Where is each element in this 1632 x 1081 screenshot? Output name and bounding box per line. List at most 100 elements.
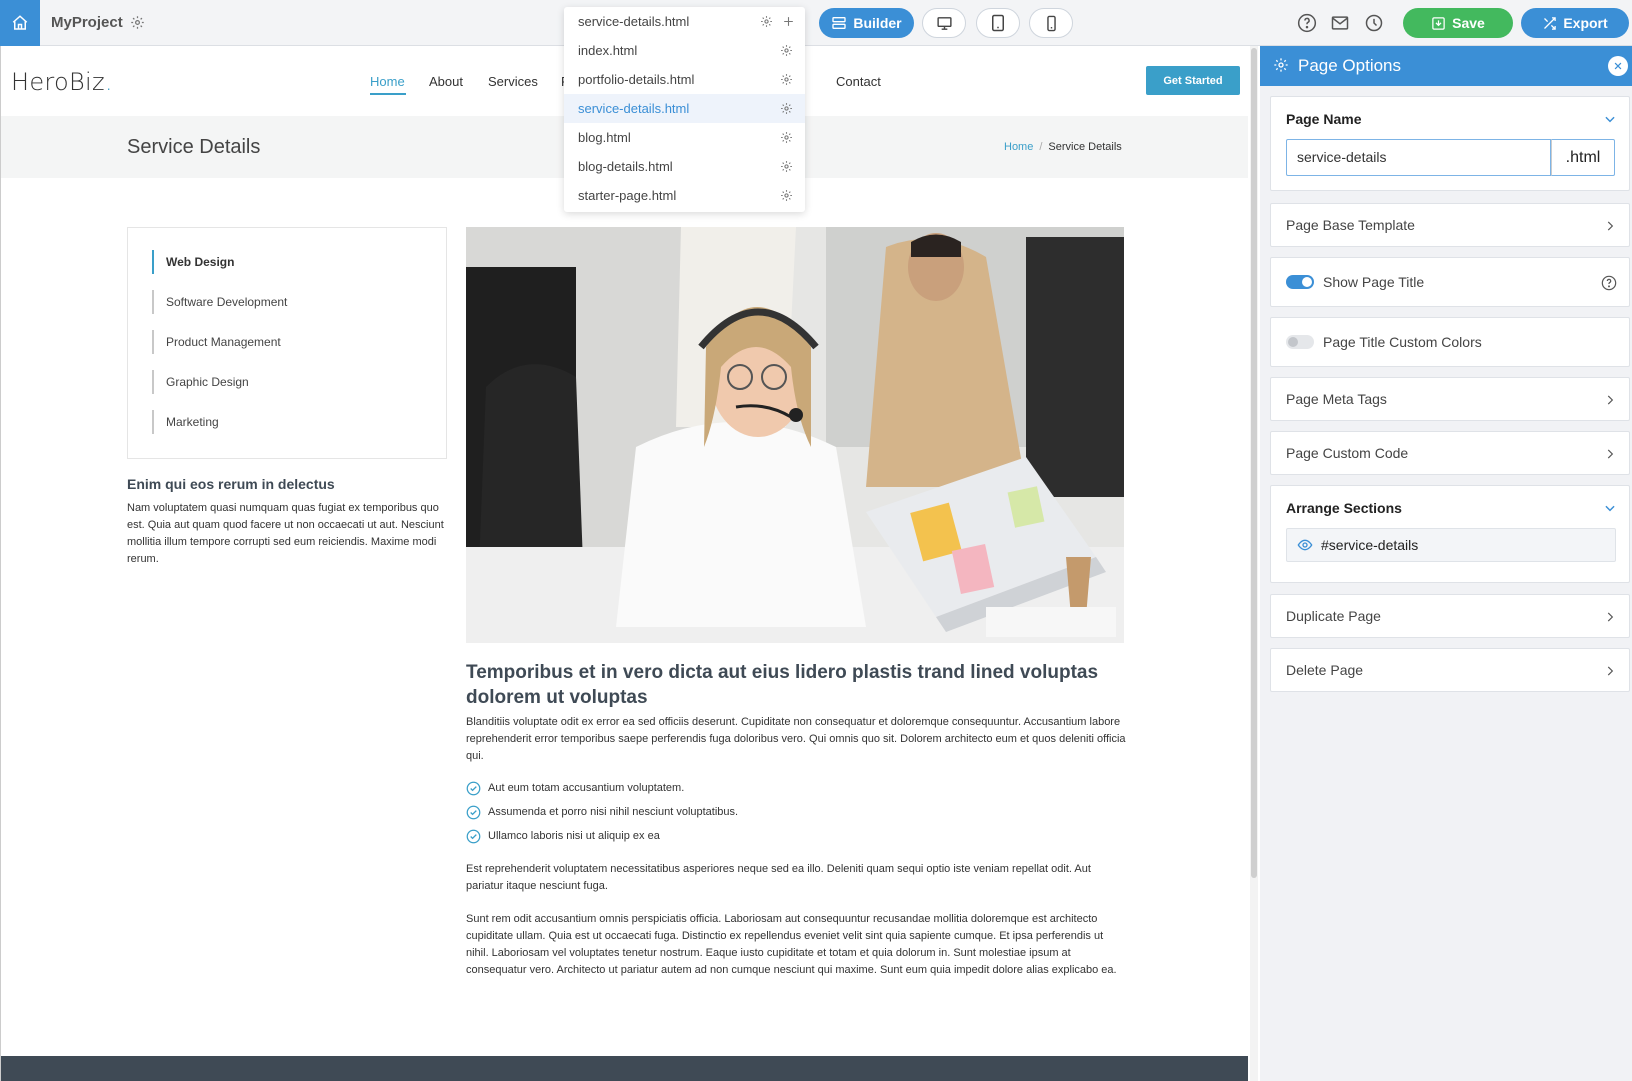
section-item-label: #service-details xyxy=(1321,537,1419,553)
nav-services[interactable]: Services xyxy=(488,74,538,89)
export-button[interactable]: Export xyxy=(1521,8,1629,38)
page-settings-icon[interactable] xyxy=(780,44,793,57)
canvas-scrollbar-thumb[interactable] xyxy=(1251,48,1257,878)
title-colors-toggle[interactable] xyxy=(1286,335,1314,349)
check-item: Assumenda et porro nisi nihil nesciunt v… xyxy=(466,803,738,821)
help-icon[interactable] xyxy=(1297,13,1319,35)
service-item[interactable]: Marketing xyxy=(152,410,219,434)
show-title-toggle[interactable] xyxy=(1286,275,1314,289)
top-toolbar: MyProject Builder Save Export xyxy=(0,0,1632,46)
page-name-card: Page Name service-details .html xyxy=(1270,96,1630,191)
chevron-right-icon xyxy=(1603,219,1617,233)
chevron-down-icon[interactable] xyxy=(1603,112,1617,126)
service-item[interactable]: Graphic Design xyxy=(152,370,249,394)
chevron-right-icon xyxy=(1603,610,1617,624)
chevron-down-icon[interactable] xyxy=(1603,501,1617,515)
close-icon xyxy=(1614,62,1622,70)
eye-icon[interactable] xyxy=(1297,537,1313,553)
page-settings-icon[interactable] xyxy=(780,131,793,144)
base-template-label: Page Base Template xyxy=(1286,217,1415,233)
breadcrumb-home[interactable]: Home xyxy=(1004,141,1033,153)
breadcrumb: Home / Service Details xyxy=(1004,141,1122,153)
show-title-card: Show Page Title xyxy=(1270,257,1630,307)
duplicate-page-label: Duplicate Page xyxy=(1286,608,1381,624)
check-circle-icon xyxy=(466,805,481,819)
duplicate-page-card[interactable]: Duplicate Page xyxy=(1270,594,1630,638)
page-selector-dropdown: service-details.html index.html portfoli… xyxy=(564,7,805,212)
page-list-item[interactable]: blog.html xyxy=(564,123,805,152)
project-name: MyProject xyxy=(51,14,123,31)
check-item-text: Aut eum totam accusantium voluptatem. xyxy=(488,782,685,794)
panel-title: Page Options xyxy=(1298,56,1402,75)
current-page-label: service-details.html xyxy=(578,14,690,29)
delete-page-card[interactable]: Delete Page xyxy=(1270,648,1630,692)
check-item-text: Assumenda et porro nisi nihil nesciunt v… xyxy=(488,806,739,818)
hero-photo xyxy=(466,227,1124,643)
service-item[interactable]: Product Management xyxy=(152,330,281,354)
site-footer xyxy=(1,1056,1248,1081)
custom-code-card[interactable]: Page Custom Code xyxy=(1270,431,1630,475)
services-list: Web Design Software Development Product … xyxy=(127,227,447,459)
project-settings-icon[interactable] xyxy=(130,15,145,30)
service-item[interactable]: Web Design xyxy=(152,250,234,274)
check-circle-icon xyxy=(466,781,481,795)
page-settings-icon[interactable] xyxy=(780,102,793,115)
home-icon xyxy=(12,15,28,30)
page-settings-icon[interactable] xyxy=(780,160,793,173)
chevron-right-icon xyxy=(1603,664,1617,678)
page-list-item[interactable]: portfolio-details.html xyxy=(564,65,805,94)
nav-active-underline xyxy=(370,93,406,95)
side-heading: Enim qui eos rerum in delectus xyxy=(127,476,335,492)
check-item: Ullamco laboris nisi ut aliquip ex ea xyxy=(466,827,660,845)
show-title-label: Show Page Title xyxy=(1323,274,1425,290)
check-item-text: Ullamco laboris nisi ut aliquip ex ea xyxy=(488,830,660,842)
help-icon[interactable] xyxy=(1601,275,1617,291)
custom-code-label: Page Custom Code xyxy=(1286,445,1409,461)
chevron-right-icon xyxy=(1603,447,1617,461)
section-item[interactable]: #service-details xyxy=(1286,528,1616,562)
page-list-item-selected[interactable]: service-details.html xyxy=(564,94,805,123)
main-paragraph-1: Blanditiis voluptate odit ex error ea se… xyxy=(466,716,1126,762)
save-icon xyxy=(1432,16,1445,30)
title-colors-label: Page Title Custom Colors xyxy=(1323,334,1482,350)
page-list-item[interactable]: starter-page.html xyxy=(564,181,805,210)
builder-label: Builder xyxy=(853,15,902,31)
page-settings-icon[interactable] xyxy=(760,15,773,28)
current-page[interactable]: service-details.html xyxy=(564,7,805,36)
page-list-item[interactable]: index.html xyxy=(564,36,805,65)
site-logo[interactable]: HeroBiz. xyxy=(11,68,113,96)
meta-tags-label: Page Meta Tags xyxy=(1286,391,1387,407)
page-settings-icon[interactable] xyxy=(780,73,793,86)
home-button[interactable] xyxy=(0,0,40,46)
mobile-view-button[interactable] xyxy=(1029,8,1073,38)
add-page-icon[interactable] xyxy=(782,15,795,28)
gear-icon xyxy=(1273,57,1289,73)
save-button[interactable]: Save xyxy=(1403,8,1513,38)
get-started-button[interactable]: Get Started xyxy=(1146,66,1240,95)
history-icon[interactable] xyxy=(1364,13,1386,35)
save-label: Save xyxy=(1452,15,1485,31)
page-settings-icon[interactable] xyxy=(780,189,793,202)
desktop-icon xyxy=(936,16,952,30)
main-paragraph-2: Est reprehenderit voluptatem necessitati… xyxy=(466,863,1091,892)
desktop-view-button[interactable] xyxy=(922,8,966,38)
nav-contact[interactable]: Contact xyxy=(836,74,881,89)
service-item[interactable]: Software Development xyxy=(152,290,287,314)
page-name-input[interactable]: service-details xyxy=(1286,139,1551,176)
nav-about[interactable]: About xyxy=(429,74,463,89)
nav-home[interactable]: Home xyxy=(370,74,405,89)
meta-tags-card[interactable]: Page Meta Tags xyxy=(1270,377,1630,421)
base-template-card[interactable]: Page Base Template xyxy=(1270,203,1630,247)
check-item: Aut eum totam accusantium voluptatem. xyxy=(466,779,684,797)
builder-button[interactable]: Builder xyxy=(819,8,914,38)
page-list-item[interactable]: blog-details.html xyxy=(564,152,805,181)
tablet-view-button[interactable] xyxy=(976,8,1020,38)
close-panel-button[interactable] xyxy=(1608,56,1628,76)
page-options-panel: Page Options Page Name service-details .… xyxy=(1260,46,1632,1081)
check-circle-icon xyxy=(466,829,481,843)
mail-icon[interactable] xyxy=(1330,13,1352,35)
arrange-sections-card: Arrange Sections #service-details xyxy=(1270,485,1630,583)
tablet-icon xyxy=(992,14,1004,32)
page-name-suffix: .html xyxy=(1551,139,1615,176)
delete-page-label: Delete Page xyxy=(1286,662,1364,678)
